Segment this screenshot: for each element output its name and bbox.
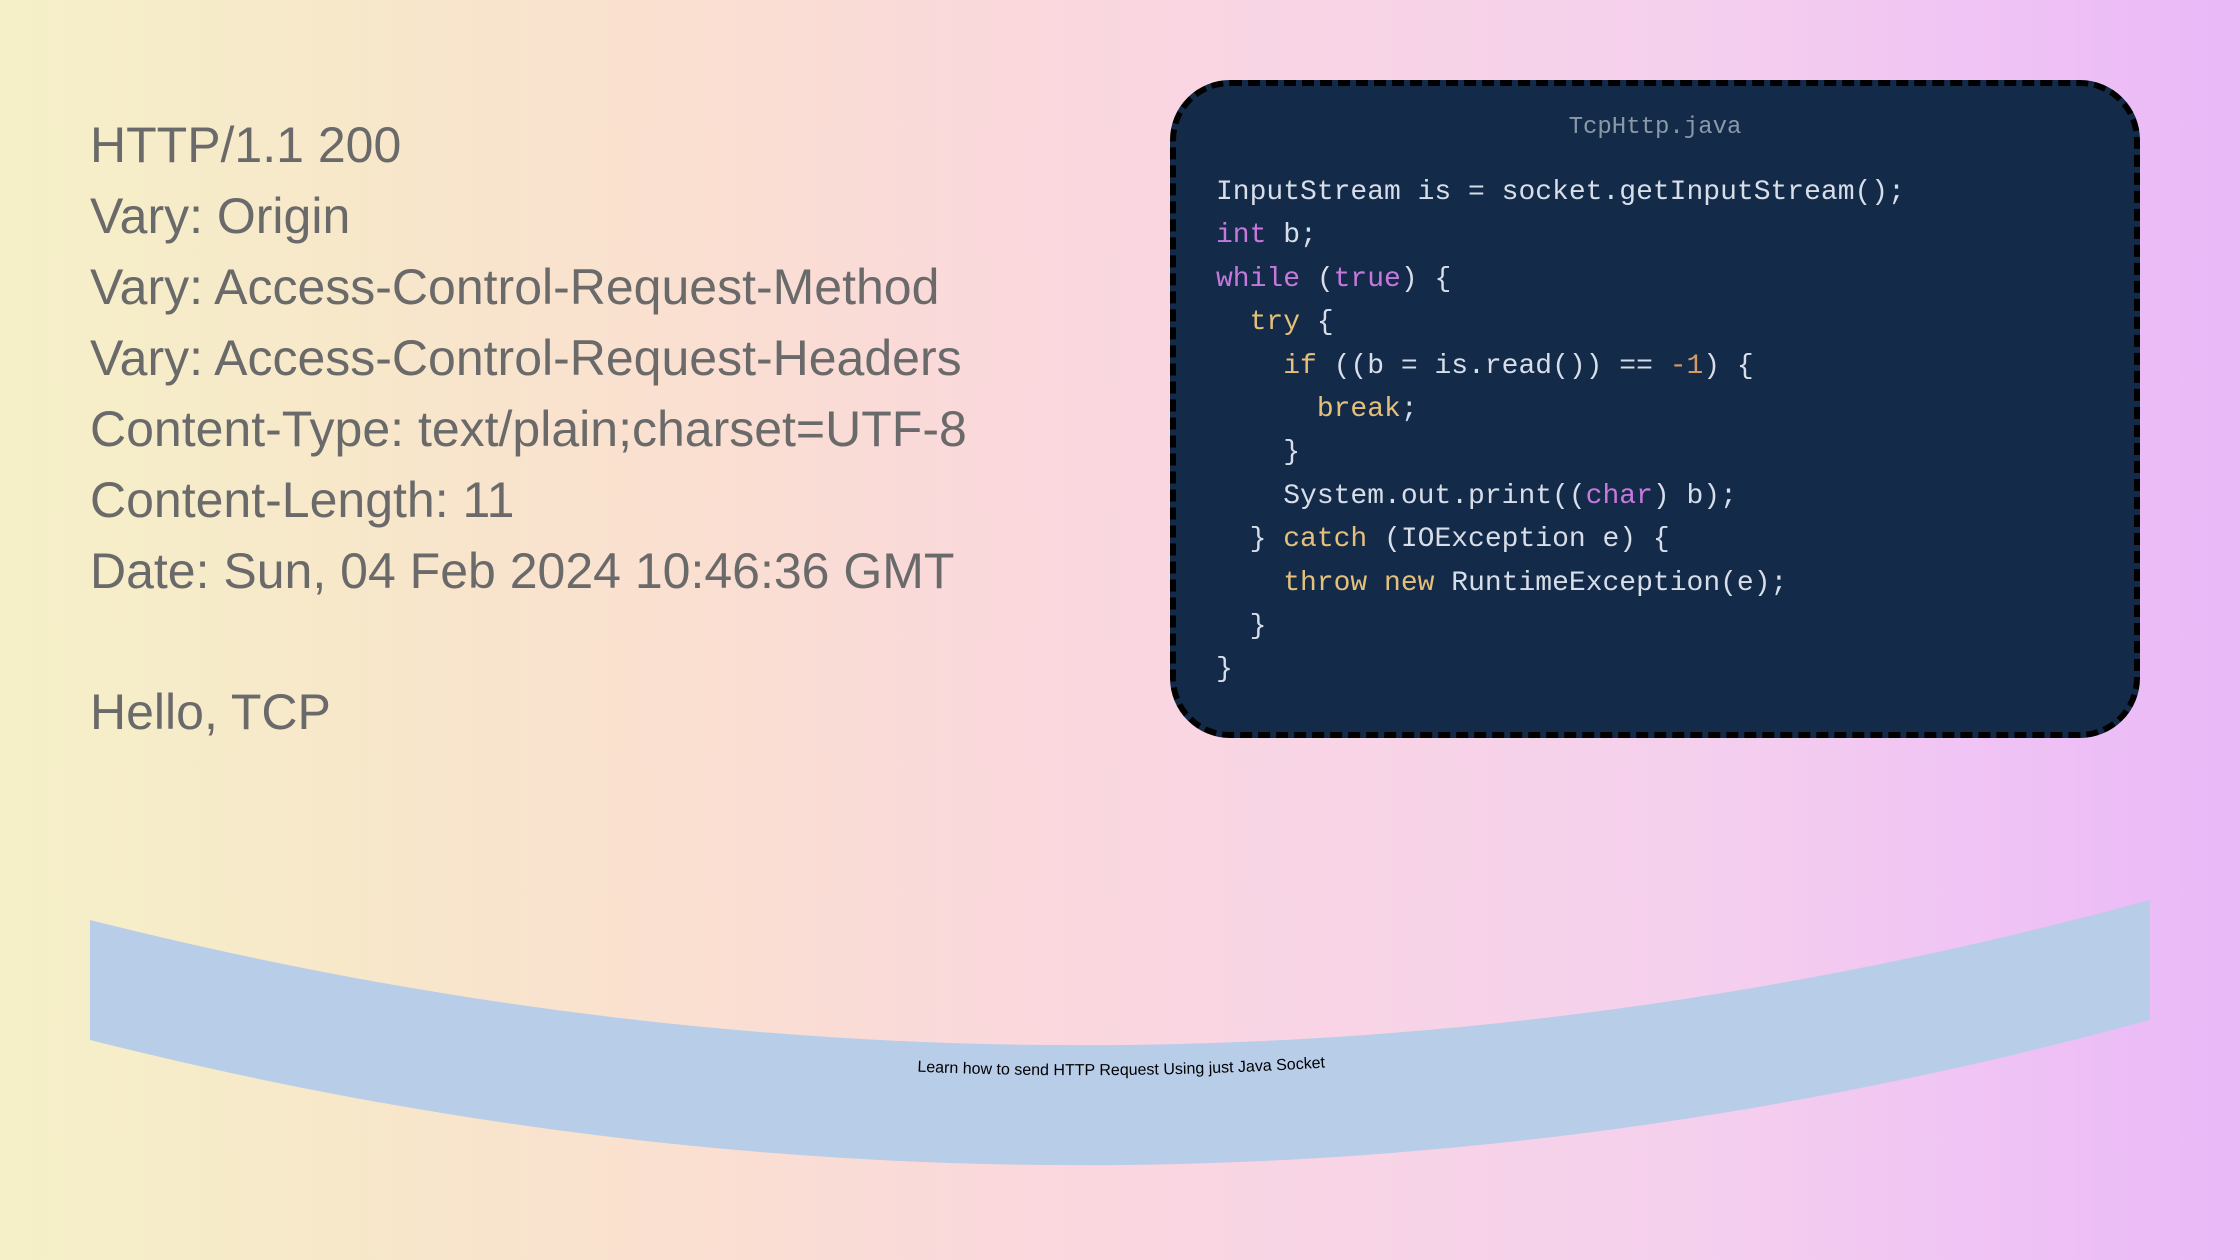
http-response-block: HTTP/1.1 200 Vary: Origin Vary: Access-C… [90,110,967,748]
code-kw-catch: catch [1283,524,1367,555]
code-filename: TcpHttp.java [1216,114,2094,141]
code-content: InputStream is = socket.getInputStream()… [1216,171,2094,692]
code-kw-break: break [1317,394,1401,425]
http-header-vary-method: Vary: Access-Control-Request-Method [90,252,967,323]
code-kw-if: if [1283,351,1317,382]
http-body: Hello, TCP [90,677,967,748]
code-num-neg1: -1 [1670,351,1704,382]
code-kw-new: new [1384,568,1434,599]
code-line-1: InputStream is = socket.getInputStream()… [1216,177,1905,208]
code-kw-char: char [1586,481,1653,512]
banner: Learn how to send HTTP Request Using jus… [70,890,2170,1170]
code-kw-throw: throw [1283,568,1367,599]
code-kw-while: while [1216,264,1300,295]
http-blank-line [90,607,967,677]
code-kw-int: int [1216,220,1266,251]
http-status-line: HTTP/1.1 200 [90,110,967,181]
code-kw-true: true [1334,264,1401,295]
http-header-content-length: Content-Length: 11 [90,465,967,536]
http-header-vary-headers: Vary: Access-Control-Request-Headers [90,323,967,394]
code-kw-try: try [1250,307,1300,338]
banner-ribbon-bg: Learn how to send HTTP Request Using jus… [70,890,2170,1170]
http-header-content-type: Content-Type: text/plain;charset=UTF-8 [90,394,967,465]
http-header-vary-origin: Vary: Origin [90,181,967,252]
http-header-date: Date: Sun, 04 Feb 2024 10:46:36 GMT [90,536,967,607]
code-editor-window: TcpHttp.java InputStream is = socket.get… [1170,80,2140,738]
